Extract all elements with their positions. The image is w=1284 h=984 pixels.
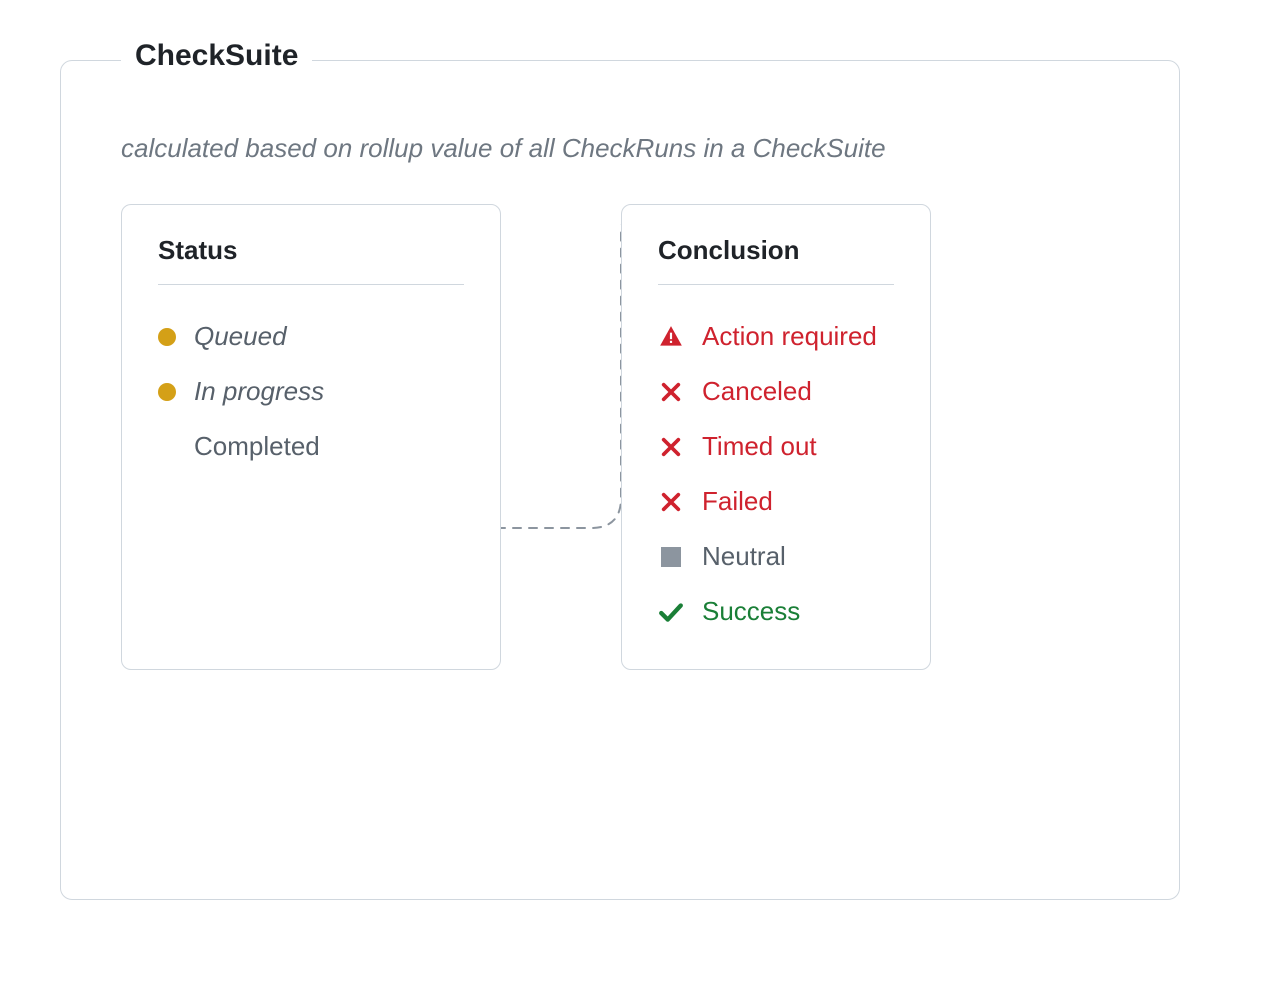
conclusion-label: Failed (702, 486, 773, 517)
conclusion-item-success: Success (658, 584, 894, 639)
divider (658, 284, 894, 285)
x-icon (658, 434, 684, 460)
group-subtitle: calculated based on rollup value of all … (121, 133, 1119, 164)
status-item-queued: Queued (158, 309, 464, 364)
checksuite-group: CheckSuite calculated based on rollup va… (60, 60, 1180, 900)
conclusion-item-failed: Failed (658, 474, 894, 529)
conclusion-item-neutral: Neutral (658, 529, 894, 584)
conclusion-label: Timed out (702, 431, 817, 462)
dot-placeholder (158, 438, 176, 456)
square-icon (658, 544, 684, 570)
status-panel: Status Queued In progress Completed (121, 204, 501, 670)
conclusion-item-timed-out: Timed out (658, 419, 894, 474)
conclusion-heading: Conclusion (658, 235, 894, 266)
status-heading: Status (158, 235, 464, 266)
conclusion-item-canceled: Canceled (658, 364, 894, 419)
conclusion-label: Success (702, 596, 800, 627)
conclusion-label: Neutral (702, 541, 786, 572)
conclusion-panel: Conclusion Action required (621, 204, 931, 670)
alert-triangle-icon (658, 324, 684, 350)
check-icon (658, 599, 684, 625)
status-label: In progress (194, 376, 324, 407)
status-item-in-progress: In progress (158, 364, 464, 419)
conclusion-label: Canceled (702, 376, 812, 407)
x-icon (658, 379, 684, 405)
status-label: Queued (194, 321, 287, 352)
dot-yellow-icon (158, 383, 176, 401)
divider (158, 284, 464, 285)
panels-row: Status Queued In progress Completed Conc… (121, 204, 1119, 670)
conclusion-label: Action required (702, 321, 877, 352)
conclusion-item-action-required: Action required (658, 309, 894, 364)
status-label: Completed (194, 431, 320, 462)
x-icon (658, 489, 684, 515)
group-title: CheckSuite (121, 39, 312, 73)
dot-yellow-icon (158, 328, 176, 346)
status-item-completed: Completed (158, 419, 464, 474)
